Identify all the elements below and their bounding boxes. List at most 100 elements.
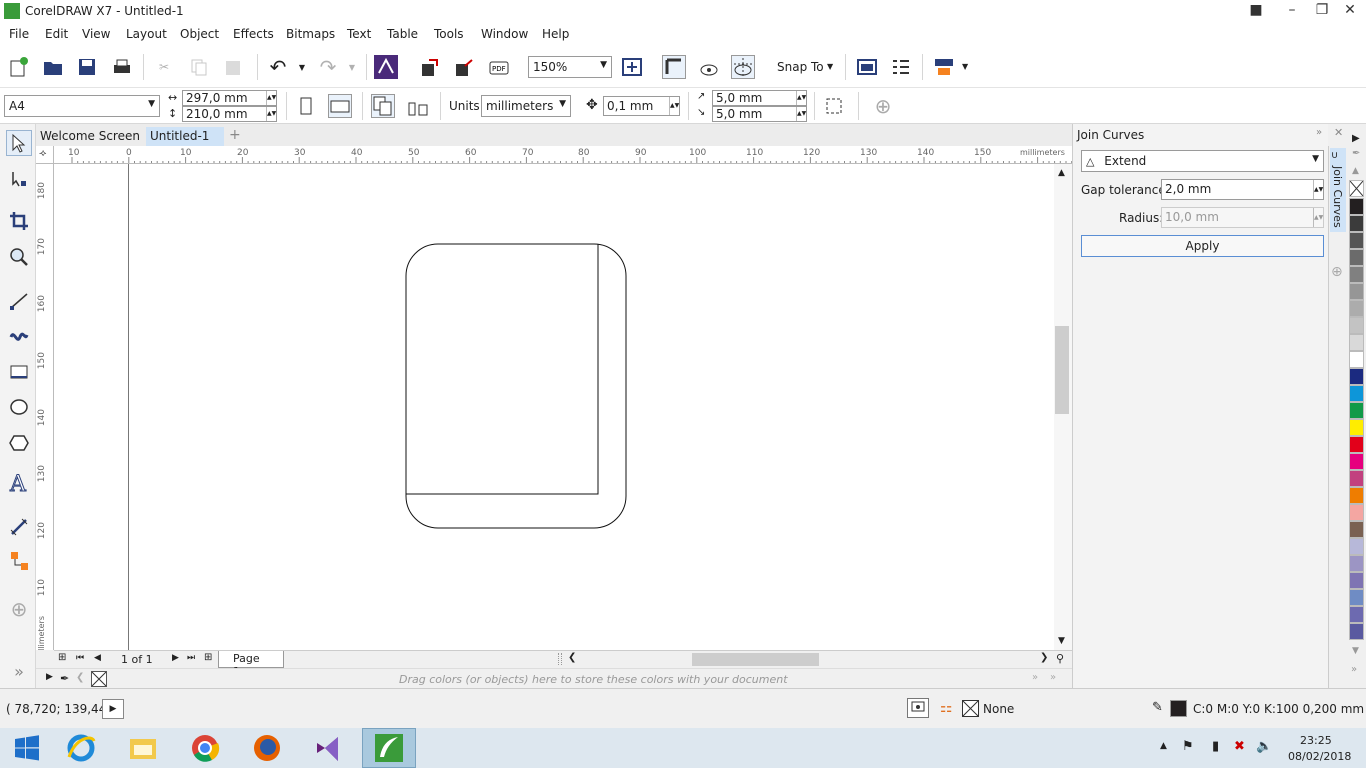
color-swatch[interactable] — [1349, 419, 1364, 436]
palette-scroll-right-icon[interactable]: » — [1032, 672, 1038, 683]
fill-none-swatch[interactable] — [962, 700, 979, 717]
menu-effects[interactable]: Effects — [233, 27, 274, 41]
menu-object[interactable]: Object — [180, 27, 219, 41]
color-swatch[interactable] — [1349, 623, 1364, 640]
page-size-dropdown[interactable]: A4 ▼ — [4, 95, 160, 117]
spin-icon[interactable]: ▲▼ — [266, 107, 276, 121]
minimize-button[interactable]: – — [1276, 0, 1308, 22]
polygon-tool-icon[interactable] — [6, 430, 32, 456]
chrome-icon[interactable] — [178, 728, 232, 768]
duplicate-x-field[interactable]: 5,0 mm ▲▼ — [712, 90, 807, 106]
show-guidelines-icon[interactable] — [731, 55, 755, 79]
rectangle-tool-icon[interactable] — [6, 359, 32, 385]
spin-icon[interactable]: ▲▼ — [796, 107, 806, 121]
new-tab-icon[interactable]: + — [226, 127, 244, 146]
account-icon[interactable]: ■ — [1240, 0, 1272, 22]
add-page-after-icon[interactable]: ⊞ — [204, 652, 212, 663]
menu-edit[interactable]: Edit — [45, 27, 68, 41]
cut-icon[interactable]: ✂ — [152, 55, 176, 79]
palette-expand-icon[interactable]: » — [1351, 664, 1357, 675]
snap-to-dropdown-icon[interactable]: ▼ — [827, 62, 833, 71]
firefox-icon[interactable] — [240, 728, 294, 768]
nudge-distance-field[interactable]: 0,1 mm ▲▼ — [603, 96, 680, 116]
eyedropper-icon[interactable]: ✒ — [60, 672, 69, 685]
clock-time[interactable]: 23:25 — [1300, 734, 1332, 747]
spin-icon[interactable]: ▲▼ — [796, 91, 806, 105]
first-page-icon[interactable]: ⏮ — [76, 653, 84, 663]
status-menu-icon[interactable]: ▶ — [102, 699, 124, 719]
tab-join-curves[interactable]: ∪ Join Curves — [1330, 148, 1346, 232]
color-swatch[interactable] — [1349, 334, 1364, 351]
tab-untitled-1[interactable]: Untitled-1 — [146, 127, 224, 146]
text-tool-icon[interactable]: A — [6, 470, 32, 496]
horizontal-scrollbar-thumb[interactable] — [692, 653, 819, 666]
search-content-icon[interactable] — [374, 55, 398, 79]
redo-dropdown-icon[interactable]: ▼ — [340, 55, 364, 79]
coreldraw-task-icon[interactable] — [362, 728, 416, 768]
vertical-scrollbar[interactable]: ▲ ▼ — [1054, 164, 1072, 650]
tab-welcome-screen[interactable]: Welcome Screen — [36, 127, 144, 146]
current-page-icon[interactable] — [406, 94, 430, 118]
color-swatch[interactable] — [1349, 589, 1364, 606]
scroll-left-icon[interactable]: ❮ — [568, 652, 576, 663]
scroll-up-icon[interactable]: ▲ — [1058, 168, 1065, 178]
options-icon[interactable] — [889, 55, 913, 79]
quick-customize-icon[interactable]: ⊕ — [871, 94, 895, 118]
zoom-navigator-icon[interactable]: ⚲ — [1056, 652, 1064, 665]
page-tab-1[interactable]: Page 1 — [218, 651, 284, 678]
menu-table[interactable]: Table — [387, 27, 418, 41]
application-launcher-icon[interactable] — [932, 55, 956, 79]
vertical-ruler[interactable]: 180 170 160 150 140 130 120 110 millimet… — [36, 164, 54, 650]
spin-icon[interactable]: ▲▼ — [669, 97, 679, 115]
publish-pdf-icon[interactable]: PDF — [487, 55, 511, 79]
shape-tool-icon[interactable] — [6, 166, 32, 192]
color-swatch[interactable] — [1349, 555, 1364, 572]
no-fill-swatch[interactable] — [1349, 180, 1364, 197]
all-pages-icon[interactable] — [371, 94, 395, 118]
color-swatch[interactable] — [1349, 572, 1364, 589]
color-proof-icon[interactable] — [907, 698, 929, 718]
show-grid-icon[interactable] — [697, 55, 721, 79]
color-swatch[interactable] — [1349, 436, 1364, 453]
snap-to-button[interactable]: Snap To — [777, 60, 824, 74]
menu-file[interactable]: File — [9, 27, 29, 41]
redo-icon[interactable]: ↷ — [316, 55, 340, 79]
gap-tolerance-field[interactable]: 2,0 mm ▲▼ — [1161, 179, 1324, 200]
network-icon[interactable]: ✖ — [1234, 739, 1245, 754]
menu-layout[interactable]: Layout — [126, 27, 167, 41]
zoom-level-dropdown[interactable]: 150% ▼ — [528, 56, 612, 78]
palette-eyedropper-icon[interactable]: ✒ — [1352, 148, 1360, 159]
ellipse-tool-icon[interactable] — [6, 394, 32, 420]
expand-toolbox-icon[interactable]: » — [6, 658, 32, 684]
page-height-field[interactable]: 210,0 mm ▲▼ — [182, 106, 277, 122]
color-swatch[interactable] — [1349, 215, 1364, 232]
start-button[interactable] — [0, 728, 54, 768]
color-swatch[interactable] — [1349, 453, 1364, 470]
menu-window[interactable]: Window — [481, 27, 528, 41]
welcome-screen-icon[interactable] — [855, 55, 879, 79]
menu-view[interactable]: View — [82, 27, 110, 41]
palette-scroll-down-icon[interactable]: ▼ — [1352, 646, 1359, 656]
color-swatch[interactable] — [1349, 606, 1364, 623]
duplicate-y-field[interactable]: 5,0 mm ▲▼ — [712, 106, 807, 122]
spin-icon[interactable]: ▲▼ — [1313, 180, 1323, 199]
palette-scroll-up-icon[interactable]: ▲ — [1352, 166, 1359, 176]
color-swatch[interactable] — [1349, 249, 1364, 266]
battery-icon[interactable]: ▮ — [1212, 739, 1219, 754]
units-dropdown[interactable]: millimeters ▼ — [481, 95, 571, 117]
scroll-right-icon[interactable]: ❯ — [1040, 652, 1048, 663]
next-page-icon[interactable]: ▶ — [172, 653, 179, 663]
portrait-icon[interactable] — [294, 94, 318, 118]
scrollbar-thumb[interactable] — [1055, 326, 1069, 414]
drawing-canvas[interactable] — [54, 164, 1054, 650]
open-icon[interactable] — [41, 55, 65, 79]
palette-menu-icon[interactable]: ▶ — [46, 672, 53, 682]
action-center-flag-icon[interactable]: ⚑ — [1182, 739, 1194, 754]
undo-icon[interactable]: ↶ — [266, 55, 290, 79]
menu-text[interactable]: Text — [347, 27, 371, 41]
color-swatch[interactable] — [1349, 266, 1364, 283]
last-page-icon[interactable]: ⏭ — [187, 653, 195, 663]
color-swatch[interactable] — [1349, 351, 1364, 368]
color-swatch[interactable] — [1349, 368, 1364, 385]
crop-tool-icon[interactable] — [6, 208, 32, 234]
